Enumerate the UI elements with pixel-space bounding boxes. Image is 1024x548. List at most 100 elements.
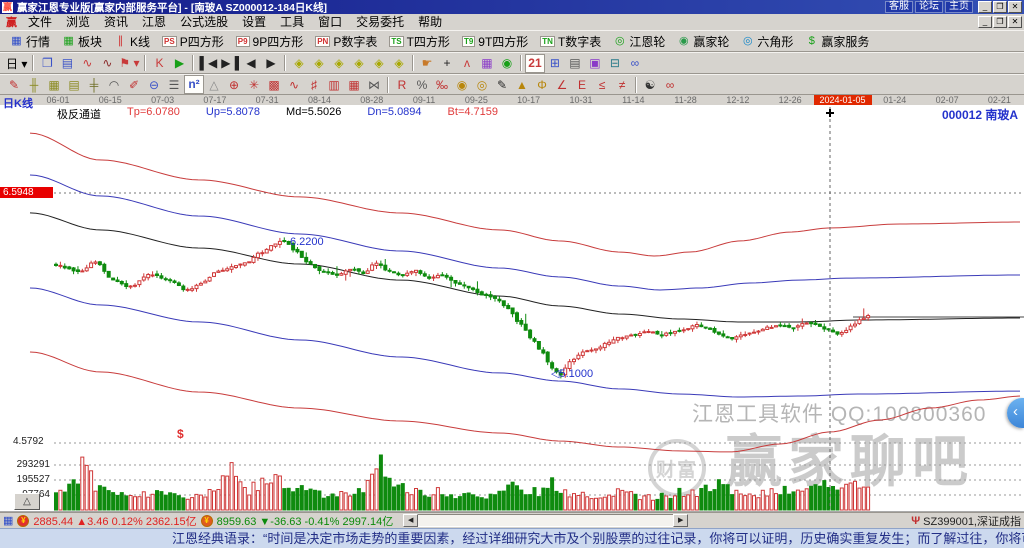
draw-elliott-wave[interactable]: E [572, 75, 592, 94]
menu-item-2[interactable]: 浏览 [59, 14, 97, 30]
draw-arc-tool[interactable]: ◠ [104, 75, 124, 94]
kline-chart[interactable] [0, 105, 1024, 512]
draw-arrows-pair[interactable]: ⋈ [364, 75, 384, 94]
tool-hand-tool[interactable]: ☛ [417, 54, 437, 73]
toolbar-button-9t-square[interactable]: T99T四方形 [456, 32, 534, 51]
tool-nav-next[interactable]: ▶ [261, 54, 281, 73]
draw-lte-lines[interactable]: ≤ [592, 75, 612, 94]
app-minimize-button[interactable]: _ [978, 1, 992, 13]
draw-gann-grid-1[interactable]: ╫ [24, 75, 44, 94]
toolbar-button-gann-wheel[interactable]: ◎江恩轮 [607, 32, 671, 51]
draw-gann-grid-3[interactable]: ▤ [64, 75, 84, 94]
tool-play-flag[interactable]: ▶ [169, 54, 189, 73]
titlebar-link-1[interactable]: 客服 [885, 1, 913, 13]
toolbar-button-sectors[interactable]: ▦板块 [56, 32, 108, 51]
draw-pen-tool-3[interactable]: ✎ [492, 75, 512, 94]
menu-item-10[interactable]: 帮助 [411, 14, 449, 30]
draw-golden-section[interactable]: Φ [532, 75, 552, 94]
draw-retrace-tool[interactable]: R [392, 75, 412, 94]
draw-star[interactable]: ✳ [244, 75, 264, 94]
menu-item-6[interactable]: 设置 [235, 14, 273, 30]
draw-red-grid-2[interactable]: ▥ [324, 75, 344, 94]
draw-sharp-grid[interactable]: ♯ [304, 75, 324, 94]
draw-dense-grid[interactable]: ☰ [164, 75, 184, 94]
draw-golden-circle-2[interactable]: ◎ [472, 75, 492, 94]
tool-link[interactable]: ∞ [625, 54, 645, 73]
draw-taiji[interactable]: ☯ [640, 75, 660, 94]
toolbar-button-p-square[interactable]: PSP四方形 [156, 32, 230, 51]
tool-calendar-21[interactable]: 21 [525, 54, 545, 73]
menu-item-8[interactable]: 窗口 [311, 14, 349, 30]
draw-infinity-link[interactable]: ∞ [660, 75, 680, 94]
menu-item-5[interactable]: 公式选股 [173, 14, 235, 30]
menu-item-9[interactable]: 交易委托 [349, 14, 411, 30]
draw-n-square[interactable]: n² [184, 75, 204, 94]
draw-target[interactable]: ⊕ [224, 75, 244, 94]
tool-diamond-nav-5[interactable]: ◈ [369, 54, 389, 73]
tool-kx-mark[interactable]: K [149, 54, 169, 73]
app-close-button[interactable]: ✕ [1008, 1, 1022, 13]
draw-pen-tool-2[interactable]: ✐ [124, 75, 144, 94]
tool-nav-first[interactable]: ▌◀ [197, 54, 219, 73]
tool-tile-chart[interactable]: ❐ [37, 54, 57, 73]
horizontal-scrollbar[interactable]: ◀ ▶ [403, 514, 688, 527]
toolbar-button-9p-square[interactable]: P99P四方形 [230, 32, 309, 51]
tool-nav-last[interactable]: ▶▐ [219, 54, 241, 73]
draw-shade-grid[interactable]: ▩ [264, 75, 284, 94]
draw-cycle-circle[interactable]: ⊖ [144, 75, 164, 94]
quote-board-icon[interactable]: ▦ [3, 514, 13, 527]
tool-computer[interactable]: ⊟ [605, 54, 625, 73]
toolbar-button-hexagon[interactable]: ◎六角形 [735, 32, 799, 51]
app-restore-button[interactable]: ❐ [993, 1, 1007, 13]
draw-golden-circle-1[interactable]: ◉ [452, 75, 472, 94]
draw-percent-grid[interactable]: ‰ [432, 75, 452, 94]
scrollbar-track[interactable] [418, 514, 673, 527]
toolbar-button-t-square[interactable]: TST四方形 [383, 32, 456, 51]
scroll-right-button[interactable]: ▶ [673, 514, 688, 527]
panel-toggle-button[interactable]: △ [14, 493, 40, 510]
tool-info-view[interactable]: ▤ [57, 54, 77, 73]
tool-grid-tool[interactable]: ▦ [477, 54, 497, 73]
tool-calculator[interactable]: ⊞ [545, 54, 565, 73]
draw-gann-grid-2[interactable]: ▦ [44, 75, 64, 94]
child-minimize-button[interactable]: _ [978, 16, 992, 28]
tool-notebook[interactable]: ▤ [565, 54, 585, 73]
toolbar-button-t-table[interactable]: TNT数字表 [534, 32, 607, 51]
tool-peak-tool[interactable]: ʌ [457, 54, 477, 73]
draw-angle-line[interactable]: ∠ [552, 75, 572, 94]
tool-diamond-nav-2[interactable]: ◈ [309, 54, 329, 73]
tool-nav-prev[interactable]: ◀ [241, 54, 261, 73]
draw-pen-tool[interactable]: ✎ [4, 75, 24, 94]
tool-period-day-dropdown[interactable]: 日 ▾ [4, 54, 29, 73]
tool-diamond-nav-1[interactable]: ◈ [289, 54, 309, 73]
scroll-left-button[interactable]: ◀ [403, 514, 418, 527]
toolbar-button-quotes[interactable]: ▦行情 [4, 32, 56, 51]
draw-red-grid-3[interactable]: ▦ [344, 75, 364, 94]
draw-channel-lines[interactable]: ≠ [612, 75, 632, 94]
child-restore-button[interactable]: ❐ [993, 16, 1007, 28]
draw-golden-triangle[interactable]: ▲ [512, 75, 532, 94]
tool-diamond-nav-4[interactable]: ◈ [349, 54, 369, 73]
menu-item-4[interactable]: 江恩 [135, 14, 173, 30]
toolbar-button-kline[interactable]: ∥K线 [108, 32, 156, 51]
titlebar-link-3[interactable]: 主页 [945, 1, 973, 13]
menu-item-7[interactable]: 工具 [273, 14, 311, 30]
child-close-button[interactable]: ✕ [1008, 16, 1022, 28]
draw-percent-lines[interactable]: % [412, 75, 432, 94]
tool-save[interactable]: ▣ [585, 54, 605, 73]
tool-wave-b[interactable]: ∿ [97, 54, 117, 73]
menu-item-3[interactable]: 资讯 [97, 14, 135, 30]
titlebar-link-2[interactable]: 论坛 [915, 1, 943, 13]
toolbar-button-winner-wheel[interactable]: ◉赢家轮 [671, 32, 735, 51]
menu-item-1[interactable]: 文件 [21, 14, 59, 30]
tool-wave-a[interactable]: ∿ [77, 54, 97, 73]
draw-compass[interactable]: △ [204, 75, 224, 94]
tool-circle-tool[interactable]: ◉ [497, 54, 517, 73]
tool-diamond-nav-3[interactable]: ◈ [329, 54, 349, 73]
tool-diamond-nav-6[interactable]: ◈ [389, 54, 409, 73]
toolbar-button-winner-service[interactable]: $赢家服务 [799, 32, 875, 51]
toolbar-button-p-table[interactable]: PNP数字表 [309, 32, 383, 51]
tool-crosshair-tool[interactable]: + [437, 54, 457, 73]
tool-candle-style-dropdown[interactable]: ⚑ ▾ [117, 54, 141, 73]
draw-wave-mark[interactable]: ∿ [284, 75, 304, 94]
